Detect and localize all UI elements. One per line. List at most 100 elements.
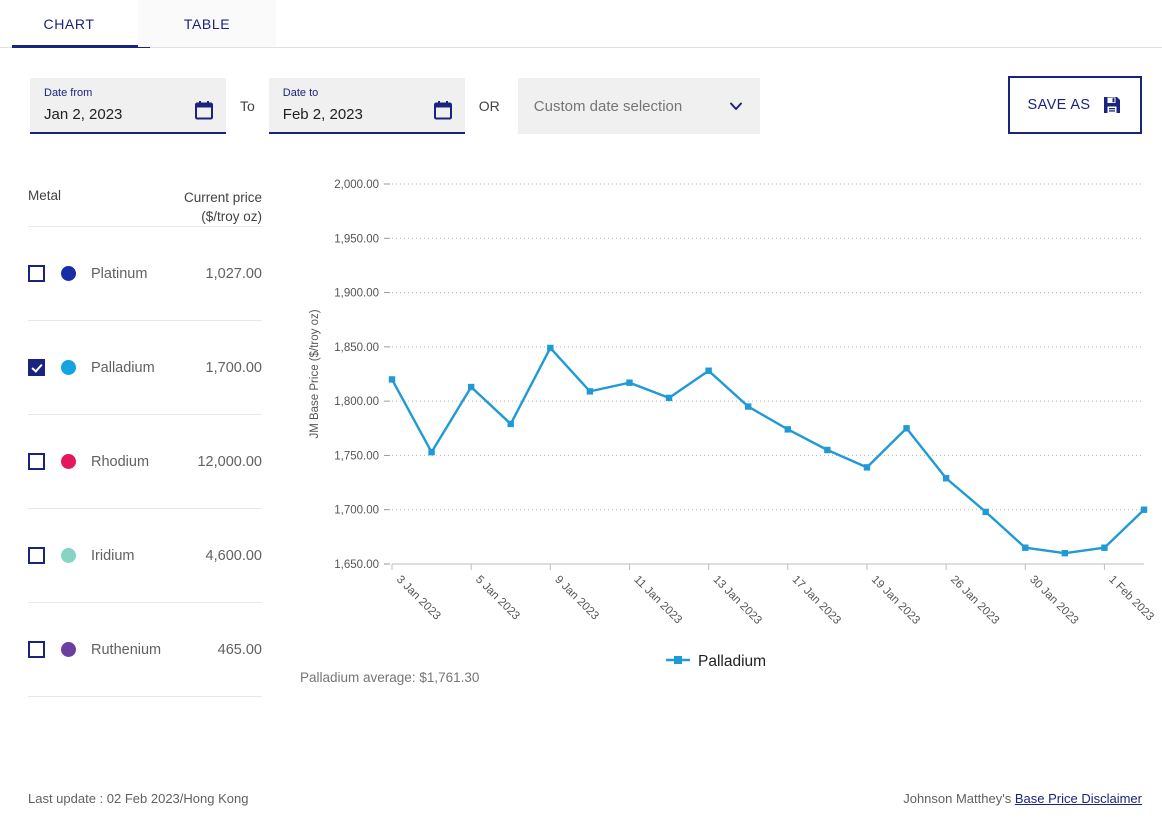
date-to-field[interactable]: Date to Feb 2, 2023	[269, 78, 465, 134]
metal-list: Metal Current price ($/troy oz) Platinum…	[0, 170, 290, 780]
calendar-icon[interactable]	[433, 100, 453, 120]
content-body: Metal Current price ($/troy oz) Platinum…	[0, 160, 1162, 780]
date-from-field[interactable]: Date from Jan 2, 2023	[30, 78, 226, 134]
checkbox-ruthenium[interactable]	[28, 641, 45, 658]
save-disk-icon	[1102, 95, 1122, 115]
y-tick-label: 1,850.00	[334, 342, 379, 354]
calendar-icon[interactable]	[194, 100, 214, 120]
base-price-disclaimer-link[interactable]: Base Price Disclaimer	[1015, 791, 1142, 806]
metal-name-rhodium: Rhodium	[91, 454, 197, 470]
y-tick-label: 1,650.00	[334, 559, 379, 571]
color-swatch-palladium	[61, 360, 76, 375]
color-swatch-ruthenium	[61, 642, 76, 657]
y-tick-label: 2,000.00	[334, 179, 379, 191]
metal-price-palladium: 1,700.00	[206, 360, 262, 376]
save-as-button[interactable]: SAVE AS	[1008, 76, 1142, 134]
x-tick-label: 19 Jan 2023	[869, 574, 922, 627]
tab-table-label: TABLE	[184, 16, 230, 32]
color-swatch-platinum	[61, 266, 76, 281]
metal-row-platinum[interactable]: Platinum 1,027.00	[28, 226, 262, 320]
metal-name-iridium: Iridium	[91, 548, 206, 564]
x-tick-label: 9 Jan 2023	[552, 574, 601, 623]
data-point[interactable]	[666, 395, 672, 401]
y-tick-label: 1,950.00	[334, 233, 379, 245]
x-tick-label: 13 Jan 2023	[711, 574, 764, 627]
color-swatch-iridium	[61, 548, 76, 563]
x-tick-label: 30 Jan 2023	[1027, 574, 1080, 627]
data-point[interactable]	[389, 376, 395, 382]
save-as-label: SAVE AS	[1028, 97, 1091, 113]
x-tick-label: 17 Jan 2023	[790, 574, 843, 627]
data-point[interactable]	[508, 421, 514, 427]
metal-price-iridium: 4,600.00	[206, 548, 262, 564]
price-col-header: Current price ($/troy oz)	[184, 188, 262, 226]
data-point[interactable]	[1101, 545, 1107, 551]
checkbox-palladium[interactable]	[28, 359, 45, 376]
legend-marker-swatch	[674, 656, 682, 664]
data-point[interactable]	[982, 509, 988, 515]
data-point[interactable]	[547, 345, 553, 351]
custom-date-selection-value: Custom date selection	[534, 98, 728, 115]
color-swatch-rhodium	[61, 454, 76, 469]
data-point[interactable]	[943, 475, 949, 481]
y-tick-label: 1,700.00	[334, 505, 379, 517]
y-tick-label: 1,750.00	[334, 450, 379, 462]
date-to-label: Date to	[283, 86, 453, 100]
metal-list-header: Metal Current price ($/troy oz)	[28, 170, 262, 226]
date-from-label: Date from	[44, 86, 214, 100]
x-tick-label: 11 Jan 2023	[631, 574, 684, 627]
data-point[interactable]	[587, 388, 593, 394]
metal-col-header: Metal	[28, 188, 61, 226]
price-col-header-line2: ($/troy oz)	[184, 207, 262, 226]
data-point[interactable]	[824, 447, 830, 453]
data-point[interactable]	[745, 403, 751, 409]
metal-price-ruthenium: 465.00	[218, 642, 262, 658]
data-point[interactable]	[785, 426, 791, 432]
checkbox-rhodium[interactable]	[28, 453, 45, 470]
tab-bar: CHART TABLE	[0, 0, 1162, 48]
series-line-palladium	[392, 348, 1144, 553]
page-root: CHART TABLE Date from Jan 2, 2023 To Dat…	[0, 0, 1162, 827]
chart-average-note: Palladium average: $1,761.30	[300, 670, 479, 685]
data-point[interactable]	[428, 449, 434, 455]
x-tick-label: 1 Feb 2023	[1106, 574, 1156, 624]
legend-label-palladium[interactable]: Palladium	[698, 653, 766, 670]
x-tick-label: 26 Jan 2023	[948, 574, 1001, 627]
metal-row-palladium[interactable]: Palladium 1,700.00	[28, 320, 262, 414]
metal-row-iridium[interactable]: Iridium 4,600.00	[28, 508, 262, 602]
metal-price-rhodium: 12,000.00	[197, 454, 262, 470]
custom-date-selection-dropdown[interactable]: Custom date selection	[518, 78, 760, 134]
tab-chart-label: CHART	[44, 16, 95, 32]
x-tick-label: 5 Jan 2023	[473, 574, 522, 623]
tab-table[interactable]: TABLE	[138, 0, 276, 47]
data-point[interactable]	[626, 379, 632, 385]
data-point[interactable]	[1022, 545, 1028, 551]
y-tick-label: 1,800.00	[334, 396, 379, 408]
tab-chart[interactable]: CHART	[0, 0, 138, 47]
or-label: OR	[479, 78, 500, 134]
metal-row-rhodium[interactable]: Rhodium 12,000.00	[28, 414, 262, 508]
data-point[interactable]	[468, 384, 474, 390]
price-col-header-line1: Current price	[184, 188, 262, 207]
attribution: Johnson Matthey's Base Price Disclaimer	[903, 791, 1142, 806]
metal-row-ruthenium[interactable]: Ruthenium 465.00	[28, 602, 262, 696]
data-point[interactable]	[1062, 550, 1068, 556]
price-chart: JM Base Price ($/troy oz)1,650.001,700.0…	[290, 170, 1162, 780]
date-from-value: Jan 2, 2023	[44, 103, 214, 127]
metal-list-bottom-divider	[28, 696, 262, 697]
checkbox-platinum[interactable]	[28, 265, 45, 282]
metal-name-ruthenium: Ruthenium	[91, 642, 218, 658]
date-separator-label: To	[240, 78, 255, 134]
data-point[interactable]	[1141, 507, 1147, 513]
filter-bar: Date from Jan 2, 2023 To Date to Feb 2, …	[0, 48, 1162, 160]
x-tick-label: 3 Jan 2023	[394, 574, 443, 623]
metal-price-platinum: 1,027.00	[206, 266, 262, 282]
data-point[interactable]	[705, 368, 711, 374]
y-tick-label: 1,900.00	[334, 288, 379, 300]
data-point[interactable]	[903, 425, 909, 431]
data-point[interactable]	[864, 464, 870, 470]
last-update-text: Last update : 02 Feb 2023/Hong Kong	[28, 791, 248, 806]
checkbox-iridium[interactable]	[28, 547, 45, 564]
attribution-text: Johnson Matthey's	[903, 791, 1011, 806]
chevron-down-icon	[728, 98, 744, 114]
